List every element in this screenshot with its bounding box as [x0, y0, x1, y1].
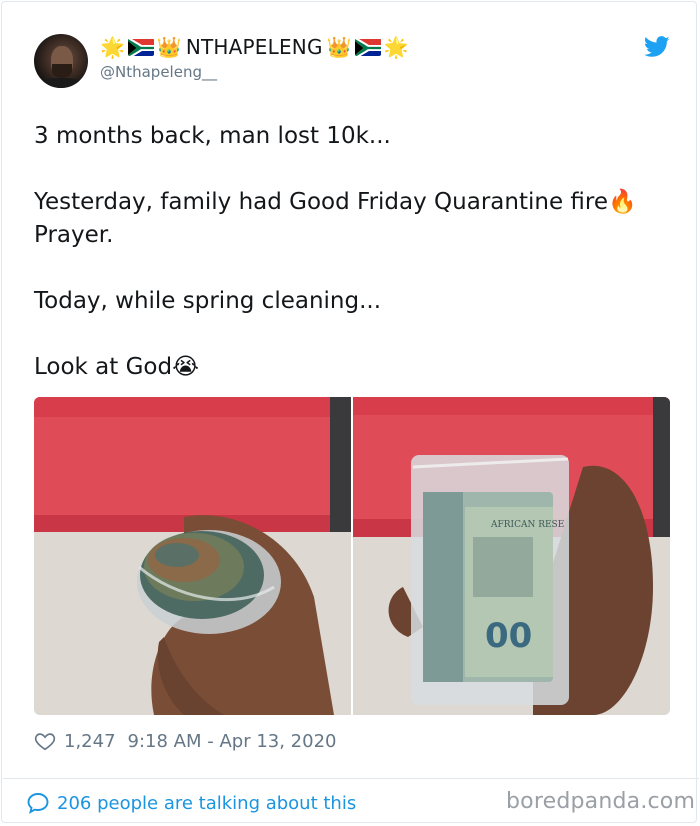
divider — [3, 778, 699, 779]
flag-za-icon — [127, 38, 154, 56]
tweet-meta: 1,247 9:18 AM - Apr 13, 2020 — [34, 728, 336, 754]
tweet-line: Look at God😭 — [34, 354, 199, 380]
author-display-name[interactable]: NTHAPELENG — [186, 35, 323, 59]
twitter-bird-icon[interactable] — [644, 36, 670, 58]
photo-left[interactable] — [34, 397, 351, 715]
tweet-line: Yesterday, family had Good Friday Quaran… — [34, 189, 637, 248]
author-name-row[interactable]: 🌟 👑 NTHAPELENG 👑 🌟 — [100, 33, 408, 61]
tweet-line: 3 months back, man lost 10k... — [34, 123, 391, 149]
crown-emoji: 👑 — [326, 35, 352, 59]
crown-emoji: 👑 — [156, 35, 182, 59]
avatar[interactable] — [34, 34, 88, 88]
banknote-denomination: 00 — [485, 616, 532, 656]
tweet-card: 🌟 👑 NTHAPELENG 👑 🌟 @Nthapeleng__ 3 month… — [1, 1, 699, 823]
tweet-text: 3 months back, man lost 10k... Yesterday… — [34, 120, 674, 384]
like-count[interactable]: 1,247 — [64, 731, 116, 752]
banknote-text: AFRICAN RESE — [490, 520, 564, 530]
heart-icon[interactable] — [34, 730, 56, 752]
fire-emoji: 🔥 — [608, 189, 637, 215]
timestamp[interactable]: 9:18 AM - Apr 13, 2020 — [128, 731, 337, 752]
flag-za-icon — [354, 38, 381, 56]
speech-bubble-icon — [27, 793, 49, 814]
photo-right[interactable]: AFRICAN RESE 00 — [353, 397, 670, 715]
avatar-beard — [52, 64, 72, 78]
conversation-link[interactable]: 206 people are talking about this — [26, 790, 356, 816]
crying-emoji: 😭 — [172, 354, 199, 380]
star-emoji: 🌟 — [383, 35, 409, 59]
conversation-text[interactable]: 206 people are talking about this — [57, 793, 356, 814]
author-handle[interactable]: @Nthapeleng__ — [100, 63, 217, 81]
watermark: boredpanda.com — [506, 789, 696, 814]
tweet-line: Today, while spring cleaning... — [34, 288, 382, 314]
avatar-shirt — [38, 78, 84, 88]
star-emoji: 🌟 — [100, 35, 125, 59]
photo-grid: AFRICAN RESE 00 — [34, 397, 670, 715]
